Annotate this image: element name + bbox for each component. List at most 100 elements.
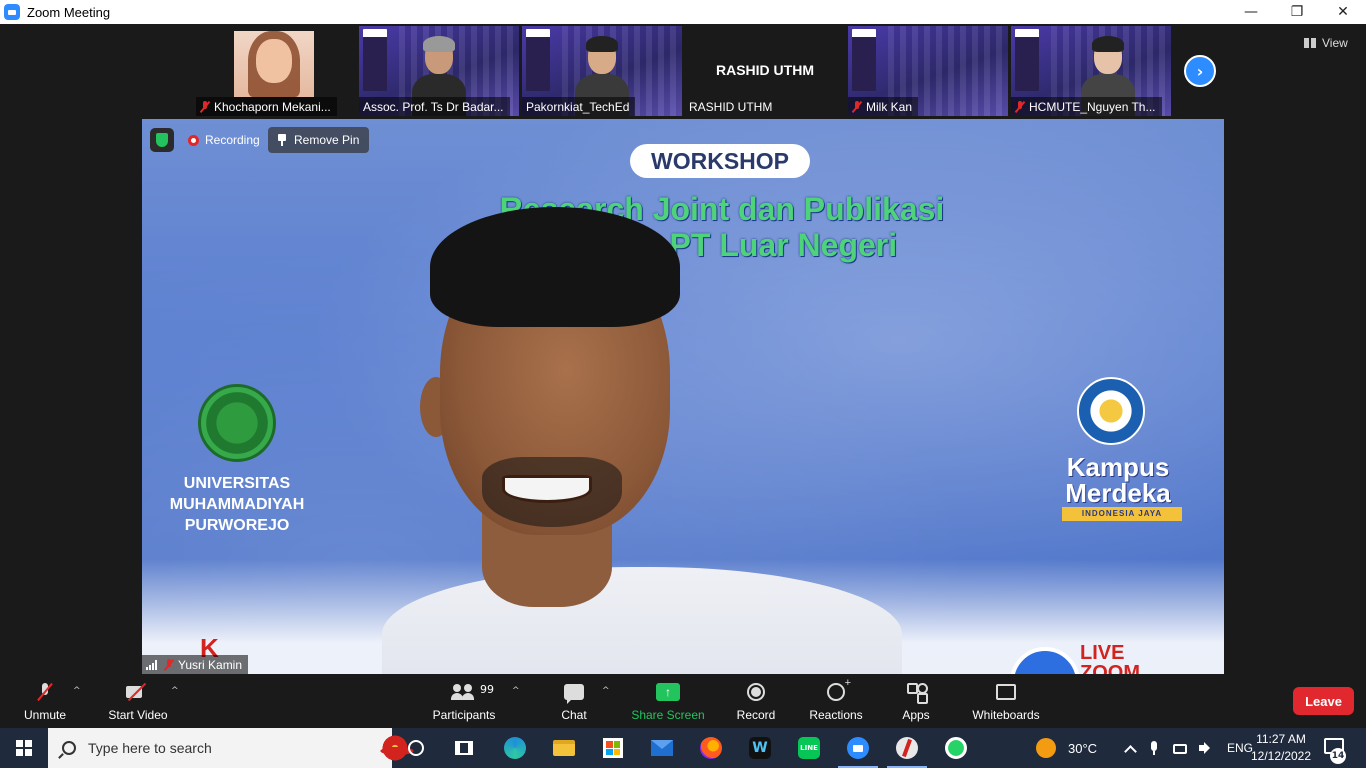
gallery-next-button[interactable]: › bbox=[1184, 55, 1216, 87]
mic-muted-icon bbox=[1015, 100, 1025, 113]
share-screen-button[interactable]: ↑ Share Screen bbox=[631, 680, 705, 724]
live-text-line: ZOOM bbox=[1080, 662, 1140, 674]
taskbar-whatsapp[interactable] bbox=[944, 736, 968, 760]
title-bar: Zoom Meeting — ❐ ✕ bbox=[0, 0, 1366, 24]
taskbar-webex[interactable]: W bbox=[748, 736, 772, 760]
close-button[interactable]: ✕ bbox=[1320, 0, 1366, 24]
minimize-button[interactable]: — bbox=[1228, 0, 1274, 24]
microphone-tray-icon[interactable] bbox=[1147, 741, 1161, 755]
participant-name-bar: HCMUTE_Nguyen Th... bbox=[1011, 97, 1162, 116]
windows-logo-icon bbox=[16, 740, 32, 756]
university-name-line: MUHAMMADIYAH bbox=[169, 496, 305, 513]
unmute-button[interactable]: Unmute bbox=[22, 680, 68, 724]
share-screen-label: Share Screen bbox=[631, 708, 705, 722]
participant-name-bar: Khochaporn Mekani... bbox=[196, 97, 337, 116]
university-seal-icon bbox=[198, 384, 276, 462]
kampus-merdeka-line: Kampus bbox=[1066, 452, 1170, 482]
temperature: 30°C bbox=[1068, 740, 1098, 756]
mic-muted-icon bbox=[200, 100, 210, 113]
participant-photo bbox=[234, 31, 314, 97]
participant-tile[interactable]: Khochaporn Mekani... bbox=[196, 26, 356, 116]
windows-taskbar: Type here to search W LINE 30°C ENG 11:2 bbox=[0, 728, 1366, 768]
participant-tile[interactable]: Assoc. Prof. Ts Dr Badar... bbox=[359, 26, 519, 116]
recording-indicator[interactable]: Recording bbox=[182, 128, 266, 152]
record-icon bbox=[747, 683, 765, 701]
taskbar-line[interactable]: LINE bbox=[797, 736, 821, 760]
university-name-line: UNIVERSITAS bbox=[183, 475, 291, 492]
window-title: Zoom Meeting bbox=[27, 4, 111, 20]
taskbar-search-box[interactable]: Type here to search bbox=[48, 728, 426, 768]
leave-button[interactable]: Leave bbox=[1293, 687, 1354, 715]
taskbar-mail[interactable] bbox=[650, 736, 674, 760]
signal-strength-icon bbox=[146, 659, 158, 670]
kampus-merdeka-line: Merdeka bbox=[1065, 478, 1171, 508]
remove-pin-button[interactable]: Remove Pin bbox=[268, 127, 370, 153]
network-icon[interactable] bbox=[1173, 744, 1187, 754]
apps-button[interactable]: Apps bbox=[900, 680, 932, 724]
university-name: UNIVERSITAS MUHAMMADIYAH PURWOREJO bbox=[152, 473, 322, 536]
participants-options-caret[interactable]: ^ bbox=[512, 686, 520, 696]
webex-icon: W bbox=[749, 737, 771, 759]
video-options-caret[interactable]: ^ bbox=[171, 686, 179, 696]
taskbar-clock[interactable]: 11:27 AM 12/12/2022 bbox=[1246, 731, 1316, 765]
chat-label: Chat bbox=[561, 708, 587, 722]
restore-button[interactable]: ❐ bbox=[1274, 0, 1320, 24]
participant-tile[interactable]: Pakornkiat_TechEd bbox=[522, 26, 682, 116]
participant-name: Assoc. Prof. Ts Dr Badar... bbox=[363, 99, 504, 114]
share-screen-icon: ↑ bbox=[656, 683, 680, 701]
reactions-button[interactable]: Reactions bbox=[808, 677, 864, 724]
university-name-line: PURWOREJO bbox=[184, 517, 290, 534]
whiteboards-label: Whiteboards bbox=[972, 708, 1040, 722]
mail-icon bbox=[651, 740, 673, 756]
file-explorer-icon bbox=[553, 740, 575, 756]
chat-button[interactable]: Chat bbox=[558, 680, 590, 724]
webinar-poster bbox=[1015, 29, 1039, 91]
record-button[interactable]: Record bbox=[736, 680, 776, 724]
participant-tile[interactable]: HCMUTE_Nguyen Th... bbox=[1011, 26, 1171, 116]
start-button[interactable] bbox=[0, 728, 48, 768]
sun-weather-icon bbox=[1036, 738, 1056, 758]
start-video-button[interactable]: Start Video bbox=[106, 680, 170, 724]
pinned-speaker-video[interactable]: WORKSHOP Research Joint dan Publikasi de… bbox=[142, 119, 1224, 674]
taskbar-firefox[interactable] bbox=[699, 736, 723, 760]
participant-tile[interactable]: RASHID UTHM RASHID UTHM bbox=[685, 26, 845, 116]
encryption-shield-icon[interactable] bbox=[150, 128, 174, 152]
notification-count-badge: 14 bbox=[1330, 748, 1346, 764]
taskbar-file-explorer[interactable] bbox=[552, 736, 576, 760]
kampus-merdeka-tagline: INDONESIA JAYA bbox=[1062, 507, 1182, 521]
snipping-tool-icon bbox=[896, 737, 918, 759]
audio-options-caret[interactable]: ^ bbox=[73, 686, 81, 696]
mic-muted-icon bbox=[164, 658, 174, 671]
apps-label: Apps bbox=[902, 708, 930, 722]
window-controls: — ❐ ✕ bbox=[1228, 0, 1366, 24]
webinar-poster bbox=[363, 29, 387, 91]
volume-icon[interactable] bbox=[1199, 741, 1213, 755]
participant-name-bar: RASHID UTHM bbox=[685, 97, 778, 116]
view-button[interactable]: View bbox=[1304, 33, 1348, 53]
taskbar-zoom[interactable] bbox=[846, 736, 870, 760]
show-hidden-icons-chevron-icon[interactable] bbox=[1124, 744, 1137, 758]
grid-view-icon bbox=[1304, 38, 1316, 48]
weather-widget[interactable]: 30°C bbox=[1036, 728, 1097, 768]
whatsapp-icon bbox=[945, 737, 967, 759]
search-placeholder: Type here to search bbox=[88, 740, 212, 756]
taskbar-cortana[interactable] bbox=[404, 736, 428, 760]
slide-workshop-label: WORKSHOP bbox=[630, 144, 810, 178]
remove-pin-label: Remove Pin bbox=[294, 133, 360, 147]
taskbar-task-view[interactable] bbox=[452, 736, 476, 760]
participant-name: Milk Kan bbox=[866, 99, 913, 114]
whiteboard-icon bbox=[996, 684, 1016, 700]
taskbar-snipping-tool[interactable] bbox=[895, 736, 919, 760]
kampus-merdeka-logo: Kampus Merdeka bbox=[1048, 454, 1188, 506]
taskbar-store[interactable] bbox=[601, 736, 625, 760]
participants-label: Participants bbox=[432, 708, 496, 722]
speaker-figure bbox=[312, 207, 902, 674]
search-icon bbox=[62, 741, 76, 755]
participant-gallery: Khochaporn Mekani... Assoc. Prof. Ts Dr … bbox=[0, 24, 1366, 119]
speaker-name: Yusri Kamin bbox=[178, 657, 243, 672]
whiteboards-button[interactable]: Whiteboards bbox=[970, 680, 1042, 724]
chat-icon bbox=[564, 684, 584, 704]
taskbar-edge[interactable] bbox=[503, 736, 527, 760]
chat-options-caret[interactable]: ^ bbox=[602, 686, 610, 696]
participant-tile[interactable]: Milk Kan bbox=[848, 26, 1008, 116]
